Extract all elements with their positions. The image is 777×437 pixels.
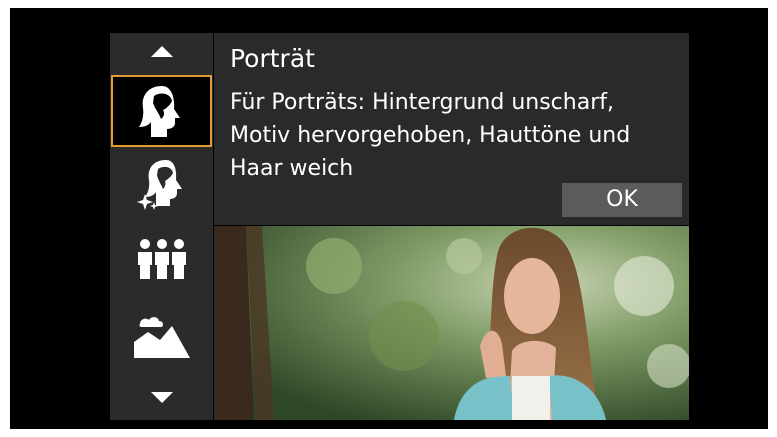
mode-description: Für Porträts: Hintergrund unscharf, Moti… bbox=[230, 90, 631, 181]
sample-portrait-photo bbox=[214, 226, 689, 420]
mode-sidebar bbox=[110, 33, 213, 420]
scroll-down-button[interactable] bbox=[110, 385, 213, 409]
landscape-icon bbox=[133, 317, 190, 358]
mode-item-portrait[interactable] bbox=[111, 75, 212, 147]
up-arrow-icon bbox=[150, 45, 173, 57]
mode-item-smooth-skin[interactable] bbox=[111, 148, 212, 220]
down-arrow-icon bbox=[150, 391, 173, 403]
mode-title: Porträt bbox=[230, 44, 315, 73]
mode-info-panel: Porträt Für Porträts: Hintergrund unscha… bbox=[214, 33, 689, 225]
mode-item-group-photo[interactable] bbox=[111, 223, 212, 295]
smooth-skin-icon bbox=[136, 160, 182, 210]
group-photo-icon bbox=[137, 239, 186, 279]
scroll-up-button[interactable] bbox=[110, 39, 213, 63]
mode-item-landscape[interactable] bbox=[111, 301, 212, 373]
ok-button[interactable]: OK bbox=[562, 183, 682, 217]
sample-photo bbox=[214, 226, 689, 420]
portrait-icon bbox=[138, 86, 180, 137]
